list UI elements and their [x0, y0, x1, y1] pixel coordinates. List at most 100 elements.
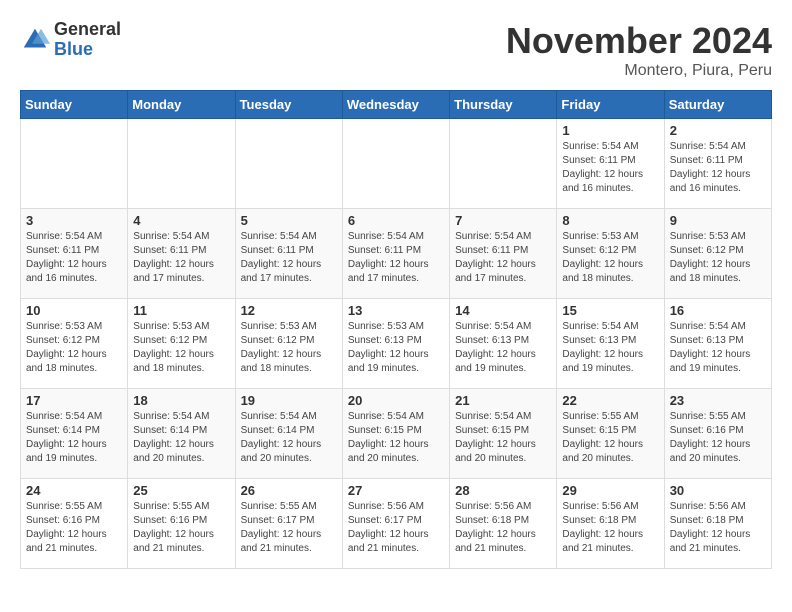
calendar-cell: 6 Sunrise: 5:54 AMSunset: 6:11 PMDaylight… [342, 209, 449, 299]
day-info: Sunrise: 5:54 AMSunset: 6:15 PMDaylight:… [455, 410, 551, 466]
title-block: November 2024 Montero, Piura, Peru [506, 20, 772, 80]
logo-icon [20, 25, 50, 55]
month-title: November 2024 [506, 20, 772, 62]
logo-blue-text: Blue [54, 40, 121, 60]
day-info: Sunrise: 5:54 AMSunset: 6:11 PMDaylight:… [241, 230, 337, 286]
day-info: Sunrise: 5:54 AMSunset: 6:11 PMDaylight:… [455, 230, 551, 286]
calendar-cell: 27 Sunrise: 5:56 AMSunset: 6:17 PMDayligh… [342, 479, 449, 569]
calendar-week-3: 10 Sunrise: 5:53 AMSunset: 6:12 PMDayligh… [21, 299, 772, 389]
col-header-wednesday: Wednesday [342, 91, 449, 119]
calendar-cell: 9 Sunrise: 5:53 AMSunset: 6:12 PMDaylight… [664, 209, 771, 299]
calendar-cell: 2Sunrise: 5:54 AMSunset: 6:11 PMDaylight… [664, 119, 771, 209]
calendar-cell [128, 119, 235, 209]
calendar-cell: 7 Sunrise: 5:54 AMSunset: 6:11 PMDaylight… [450, 209, 557, 299]
day-info: Sunrise: 5:56 AMSunset: 6:18 PMDaylight:… [455, 500, 551, 556]
logo: General Blue [20, 20, 121, 60]
calendar-cell: 10 Sunrise: 5:53 AMSunset: 6:12 PMDayligh… [21, 299, 128, 389]
day-number: 16 [670, 303, 766, 318]
calendar-cell [235, 119, 342, 209]
page-header: General Blue November 2024 Montero, Piur… [20, 20, 772, 80]
day-info: Sunrise: 5:53 AMSunset: 6:13 PMDaylight:… [348, 320, 444, 376]
calendar-cell: 12 Sunrise: 5:53 AMSunset: 6:12 PMDayligh… [235, 299, 342, 389]
day-number: 26 [241, 483, 337, 498]
day-info: Sunrise: 5:54 AMSunset: 6:11 PMDaylight:… [670, 140, 766, 196]
calendar-cell: 24 Sunrise: 5:55 AMSunset: 6:16 PMDayligh… [21, 479, 128, 569]
day-number: 22 [562, 393, 658, 408]
calendar-cell: 21 Sunrise: 5:54 AMSunset: 6:15 PMDayligh… [450, 389, 557, 479]
day-info: Sunrise: 5:55 AMSunset: 6:17 PMDaylight:… [241, 500, 337, 556]
day-number: 1 [562, 123, 658, 138]
day-info: Sunrise: 5:53 AMSunset: 6:12 PMDaylight:… [26, 320, 122, 376]
calendar-cell: 30Sunrise: 5:56 AMSunset: 6:18 PMDayligh… [664, 479, 771, 569]
day-number: 6 [348, 213, 444, 228]
day-info: Sunrise: 5:53 AMSunset: 6:12 PMDaylight:… [562, 230, 658, 286]
calendar-cell: 29 Sunrise: 5:56 AMSunset: 6:18 PMDayligh… [557, 479, 664, 569]
calendar-cell [342, 119, 449, 209]
day-info: Sunrise: 5:54 AMSunset: 6:14 PMDaylight:… [133, 410, 229, 466]
day-info: Sunrise: 5:56 AMSunset: 6:18 PMDaylight:… [562, 500, 658, 556]
calendar-cell: 15Sunrise: 5:54 AMSunset: 6:13 PMDayligh… [557, 299, 664, 389]
day-info: Sunrise: 5:54 AMSunset: 6:13 PMDaylight:… [455, 320, 551, 376]
location-subtitle: Montero, Piura, Peru [506, 62, 772, 80]
calendar-week-4: 17 Sunrise: 5:54 AMSunset: 6:14 PMDayligh… [21, 389, 772, 479]
day-info: Sunrise: 5:54 AMSunset: 6:15 PMDaylight:… [348, 410, 444, 466]
day-info: Sunrise: 5:54 AMSunset: 6:11 PMDaylight:… [562, 140, 658, 196]
day-number: 28 [455, 483, 551, 498]
day-number: 20 [348, 393, 444, 408]
calendar-cell: 14 Sunrise: 5:54 AMSunset: 6:13 PMDayligh… [450, 299, 557, 389]
col-header-thursday: Thursday [450, 91, 557, 119]
day-number: 27 [348, 483, 444, 498]
calendar-cell: 20 Sunrise: 5:54 AMSunset: 6:15 PMDayligh… [342, 389, 449, 479]
calendar-cell [450, 119, 557, 209]
day-number: 12 [241, 303, 337, 318]
day-number: 3 [26, 213, 122, 228]
calendar-cell [21, 119, 128, 209]
day-number: 25 [133, 483, 229, 498]
day-info: Sunrise: 5:55 AMSunset: 6:15 PMDaylight:… [562, 410, 658, 466]
day-number: 18 [133, 393, 229, 408]
calendar-cell: 25 Sunrise: 5:55 AMSunset: 6:16 PMDayligh… [128, 479, 235, 569]
day-number: 14 [455, 303, 551, 318]
day-number: 8 [562, 213, 658, 228]
day-number: 10 [26, 303, 122, 318]
col-header-saturday: Saturday [664, 91, 771, 119]
col-header-monday: Monday [128, 91, 235, 119]
day-number: 17 [26, 393, 122, 408]
day-number: 19 [241, 393, 337, 408]
day-info: Sunrise: 5:55 AMSunset: 6:16 PMDaylight:… [26, 500, 122, 556]
calendar-cell: 23 Sunrise: 5:55 AMSunset: 6:16 PMDayligh… [664, 389, 771, 479]
day-number: 24 [26, 483, 122, 498]
calendar-cell: 11Sunrise: 5:53 AMSunset: 6:12 PMDayligh… [128, 299, 235, 389]
day-info: Sunrise: 5:56 AMSunset: 6:17 PMDaylight:… [348, 500, 444, 556]
col-header-friday: Friday [557, 91, 664, 119]
day-info: Sunrise: 5:54 AMSunset: 6:11 PMDaylight:… [133, 230, 229, 286]
day-info: Sunrise: 5:54 AMSunset: 6:11 PMDaylight:… [348, 230, 444, 286]
day-info: Sunrise: 5:54 AMSunset: 6:14 PMDaylight:… [241, 410, 337, 466]
day-info: Sunrise: 5:53 AMSunset: 6:12 PMDaylight:… [670, 230, 766, 286]
day-number: 5 [241, 213, 337, 228]
calendar-cell: 22 Sunrise: 5:55 AMSunset: 6:15 PMDayligh… [557, 389, 664, 479]
calendar-cell: 1 Sunrise: 5:54 AMSunset: 6:11 PMDaylight… [557, 119, 664, 209]
calendar-cell: 3Sunrise: 5:54 AMSunset: 6:11 PMDaylight… [21, 209, 128, 299]
day-number: 29 [562, 483, 658, 498]
calendar-cell: 5 Sunrise: 5:54 AMSunset: 6:11 PMDaylight… [235, 209, 342, 299]
calendar-cell: 26 Sunrise: 5:55 AMSunset: 6:17 PMDayligh… [235, 479, 342, 569]
day-number: 13 [348, 303, 444, 318]
day-number: 11 [133, 303, 229, 318]
day-info: Sunrise: 5:55 AMSunset: 6:16 PMDaylight:… [133, 500, 229, 556]
day-number: 4 [133, 213, 229, 228]
day-info: Sunrise: 5:54 AMSunset: 6:13 PMDaylight:… [562, 320, 658, 376]
day-number: 21 [455, 393, 551, 408]
day-info: Sunrise: 5:55 AMSunset: 6:16 PMDaylight:… [670, 410, 766, 466]
day-info: Sunrise: 5:53 AMSunset: 6:12 PMDaylight:… [241, 320, 337, 376]
calendar-table: SundayMondayTuesdayWednesdayThursdayFrid… [20, 90, 772, 569]
day-number: 7 [455, 213, 551, 228]
day-info: Sunrise: 5:54 AMSunset: 6:14 PMDaylight:… [26, 410, 122, 466]
day-number: 30 [670, 483, 766, 498]
calendar-cell: 13 Sunrise: 5:53 AMSunset: 6:13 PMDayligh… [342, 299, 449, 389]
day-number: 23 [670, 393, 766, 408]
day-number: 9 [670, 213, 766, 228]
calendar-cell: 18 Sunrise: 5:54 AMSunset: 6:14 PMDayligh… [128, 389, 235, 479]
calendar-week-1: 1 Sunrise: 5:54 AMSunset: 6:11 PMDaylight… [21, 119, 772, 209]
calendar-week-2: 3 Sunrise: 5:54 AMSunset: 6:11 PMDaylight… [21, 209, 772, 299]
